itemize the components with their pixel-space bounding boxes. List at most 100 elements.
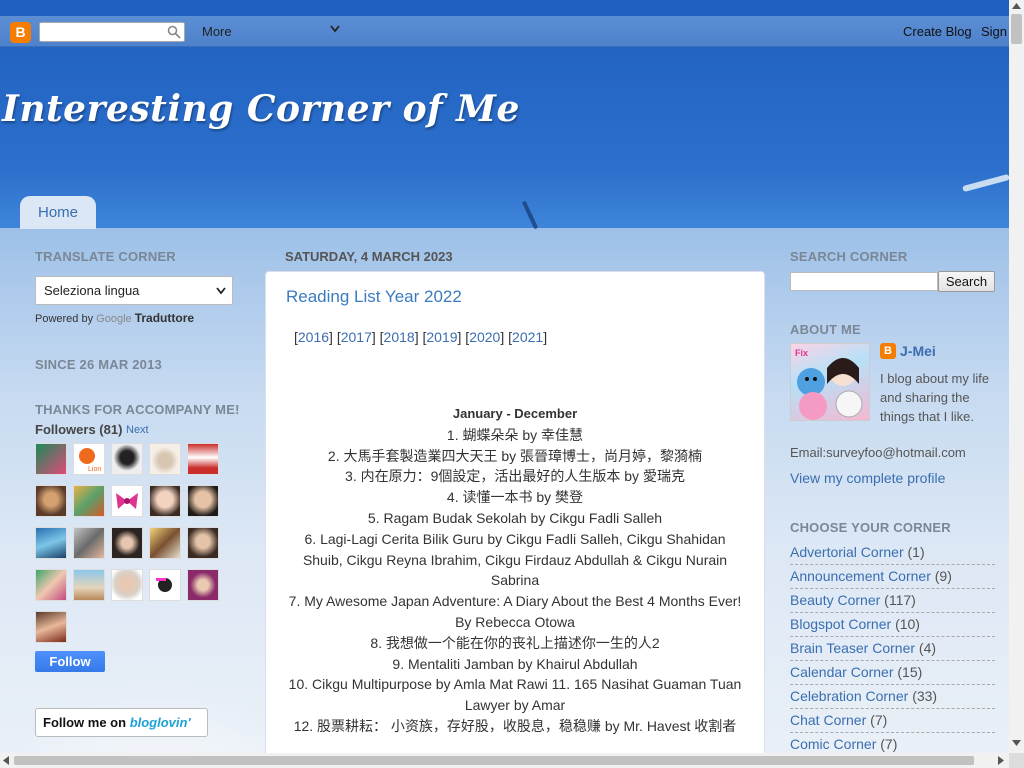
reading-entry: 7. My Awesome Japan Adventure: A Diary A… xyxy=(288,593,742,630)
reading-entry: 4. 读懂一本书 by 樊登 xyxy=(446,489,584,506)
year-links: [2016] [2017] [2018] [2019] [2020] [2021… xyxy=(294,329,548,345)
list-item: Beauty Corner (117) xyxy=(790,589,995,613)
follower-avatar[interactable] xyxy=(149,569,181,601)
profile-avatar[interactable]: Fix xyxy=(790,343,870,421)
scroll-right-arrow-icon[interactable] xyxy=(998,756,1004,765)
reading-entry: 5. Ragam Budak Sekolah by Cikgu Fadli Sa… xyxy=(367,509,663,526)
year-link-2019[interactable]: 2019 xyxy=(426,329,457,345)
follower-avatar[interactable] xyxy=(111,527,143,559)
list-item: Calendar Corner (15) xyxy=(790,661,995,685)
list-item: Announcement Corner (9) xyxy=(790,565,995,589)
follower-avatar[interactable] xyxy=(187,485,219,517)
view-profile-link[interactable]: View my complete profile xyxy=(790,470,945,486)
follower-avatar[interactable]: Lion xyxy=(73,443,105,475)
corner-link[interactable]: Brain Teaser Corner xyxy=(790,640,915,656)
profile-name-link[interactable]: J-Mei xyxy=(900,343,936,359)
sidebar-search-input[interactable] xyxy=(790,272,938,291)
scroll-left-arrow-icon[interactable] xyxy=(3,756,9,765)
blogger-logo-icon[interactable]: B xyxy=(10,22,31,43)
reading-entry: 2. 大馬手套製造業四大天王 by 張晉璋博士，尚月婷，黎漪楠 xyxy=(327,447,703,464)
google-logo[interactable]: Google xyxy=(96,313,131,325)
blogger-navbar: B More Create Blog Sign xyxy=(0,16,1009,47)
follower-avatar[interactable] xyxy=(149,485,181,517)
follower-avatar[interactable] xyxy=(149,443,181,475)
post-date-header: SATURDAY, 4 MARCH 2023 xyxy=(285,249,453,264)
follower-avatar[interactable] xyxy=(35,485,67,517)
follower-avatar[interactable] xyxy=(73,569,105,601)
traduttore-link[interactable]: Traduttore xyxy=(135,311,194,325)
svg-text:Lion: Lion xyxy=(88,466,101,473)
navbar-search-input[interactable] xyxy=(39,22,185,42)
more-dropdown[interactable]: More xyxy=(202,24,232,39)
reading-entry: 3. 内在原力：9個設定，活出最好的人生版本 by 愛瑞克 xyxy=(345,468,685,485)
follower-avatar[interactable] xyxy=(111,485,143,517)
tab-home[interactable]: Home xyxy=(20,196,96,229)
blog-title[interactable]: Interesting Corner of Me xyxy=(2,88,520,130)
bloglovin-prefix: Follow me on xyxy=(43,715,127,730)
corner-link[interactable]: Celebration Corner xyxy=(790,688,908,704)
horizontal-scrollbar[interactable] xyxy=(0,753,1009,768)
svg-text:Fix: Fix xyxy=(795,348,808,358)
follower-avatar[interactable] xyxy=(73,527,105,559)
chevron-down-icon[interactable] xyxy=(330,25,340,33)
follower-avatar[interactable] xyxy=(111,569,143,601)
bloglovin-logo: bloglovin' xyxy=(129,715,191,730)
corner-link[interactable]: Calendar Corner xyxy=(790,664,894,680)
corner-link[interactable]: Advertorial Corner xyxy=(790,544,904,560)
corner-count: (4) xyxy=(918,640,937,656)
follower-avatar[interactable] xyxy=(35,611,67,643)
follower-avatar[interactable] xyxy=(187,527,219,559)
corner-list: Advertorial Corner (1) Announcement Corn… xyxy=(790,541,995,757)
choose-corner-heading: CHOOSE YOUR CORNER xyxy=(790,520,951,535)
list-item: Chat Corner (7) xyxy=(790,709,995,733)
year-link-2018[interactable]: 2018 xyxy=(384,329,415,345)
followers-next-link[interactable]: Next xyxy=(126,424,149,436)
since-heading: SINCE 26 MAR 2013 xyxy=(35,357,162,372)
corner-link[interactable]: Comic Corner xyxy=(790,736,876,752)
corner-link[interactable]: Blogspot Corner xyxy=(790,616,891,632)
year-link-2020[interactable]: 2020 xyxy=(469,329,500,345)
follower-avatar[interactable] xyxy=(187,569,219,601)
chevron-down-icon xyxy=(216,287,226,295)
follower-avatar[interactable] xyxy=(187,443,219,475)
corner-count: (10) xyxy=(895,616,920,632)
scroll-up-arrow-icon[interactable] xyxy=(1012,3,1021,9)
year-link-2021[interactable]: 2021 xyxy=(512,329,543,345)
scrollbar-corner xyxy=(1009,753,1024,768)
profile-description: I blog about my life and sharing the thi… xyxy=(880,371,990,424)
follower-avatar[interactable] xyxy=(149,527,181,559)
corner-link[interactable]: Chat Corner xyxy=(790,712,866,728)
language-select[interactable]: Seleziona lingua xyxy=(35,276,233,305)
follow-button[interactable]: Follow xyxy=(35,651,105,672)
follower-avatar[interactable] xyxy=(35,443,67,475)
vertical-scroll-thumb[interactable] xyxy=(1011,14,1022,44)
post-body: January - December 1. 蝴蝶朵朵 by 幸佳慧 2. 大馬手… xyxy=(286,404,744,737)
scroll-down-arrow-icon[interactable] xyxy=(1012,740,1021,746)
follower-avatar[interactable] xyxy=(35,569,67,601)
reading-entry: 6. Lagi-Lagi Cerita Bilik Guru by Cikgu … xyxy=(302,530,728,589)
list-item: Advertorial Corner (1) xyxy=(790,541,995,565)
year-link-2017[interactable]: 2017 xyxy=(341,329,372,345)
sign-in-link[interactable]: Sign xyxy=(981,24,1007,39)
year-link-2016[interactable]: 2016 xyxy=(298,329,329,345)
vertical-scrollbar[interactable] xyxy=(1009,0,1024,753)
corner-count: (1) xyxy=(907,544,925,560)
corner-count: (117) xyxy=(884,592,916,608)
reading-entry: 8. 我想做一个能在你的丧礼上描述你一生的人2 xyxy=(370,634,660,651)
list-item: Celebration Corner (33) xyxy=(790,685,995,709)
corner-link[interactable]: Beauty Corner xyxy=(790,592,880,608)
corner-link[interactable]: Announcement Corner xyxy=(790,568,931,584)
month-range: January - December xyxy=(452,406,578,421)
post-title[interactable]: Reading List Year 2022 xyxy=(286,287,462,307)
horizontal-scroll-thumb[interactable] xyxy=(14,756,974,765)
follower-avatar[interactable] xyxy=(111,443,143,475)
magnifier-icon[interactable] xyxy=(167,25,181,39)
search-button[interactable]: Search xyxy=(938,271,995,292)
corner-count: (9) xyxy=(934,568,952,584)
follower-avatar[interactable] xyxy=(73,485,105,517)
follower-avatar[interactable] xyxy=(35,527,67,559)
language-select-value: Seleziona lingua xyxy=(44,283,140,298)
bloglovin-follow-button[interactable]: Follow me on bloglovin' xyxy=(35,708,208,737)
create-blog-link[interactable]: Create Blog xyxy=(903,24,972,39)
search-heading: SEARCH CORNER xyxy=(790,249,908,264)
